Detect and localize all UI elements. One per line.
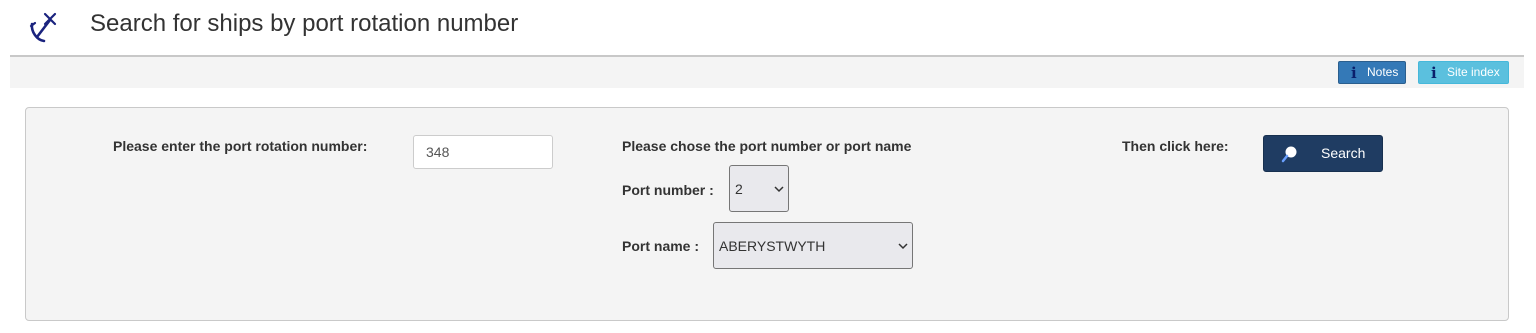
rotation-number-input[interactable] <box>413 135 553 169</box>
page-header: Search for ships by port rotation number <box>0 0 1536 56</box>
site-index-button[interactable]: i Site index <box>1418 61 1509 84</box>
port-name-select[interactable]: ABERYSTWYTH <box>713 222 913 269</box>
chevron-down-icon <box>898 242 908 249</box>
notes-button-label: Notes <box>1367 65 1399 79</box>
page-title: Search for ships by port rotation number <box>90 10 519 37</box>
port-number-value: 2 <box>735 180 743 197</box>
search-button-label: Search <box>1321 145 1366 161</box>
port-name-value: ABERYSTWYTH <box>719 237 826 254</box>
chevron-down-icon <box>774 185 784 192</box>
search-form-panel: Please enter the port rotation number: P… <box>25 107 1509 321</box>
notes-button[interactable]: i Notes <box>1338 61 1406 84</box>
magnifier-icon <box>1281 146 1297 163</box>
search-prompt-label: Then click here: <box>1122 138 1229 154</box>
info-icon: i <box>1431 64 1437 82</box>
port-name-label: Port name : <box>622 238 700 254</box>
port-number-select[interactable]: 2 <box>729 165 789 212</box>
rotation-number-label: Please enter the port rotation number: <box>113 138 368 154</box>
search-button[interactable]: Search <box>1263 135 1383 172</box>
anchor-icon <box>29 12 57 43</box>
site-index-button-label: Site index <box>1447 65 1500 79</box>
info-icon: i <box>1351 64 1357 82</box>
port-choice-prompt: Please chose the port number or port nam… <box>622 138 912 154</box>
port-number-label: Port number : <box>622 182 714 198</box>
toolbar: i Notes i Site index <box>10 57 1524 88</box>
